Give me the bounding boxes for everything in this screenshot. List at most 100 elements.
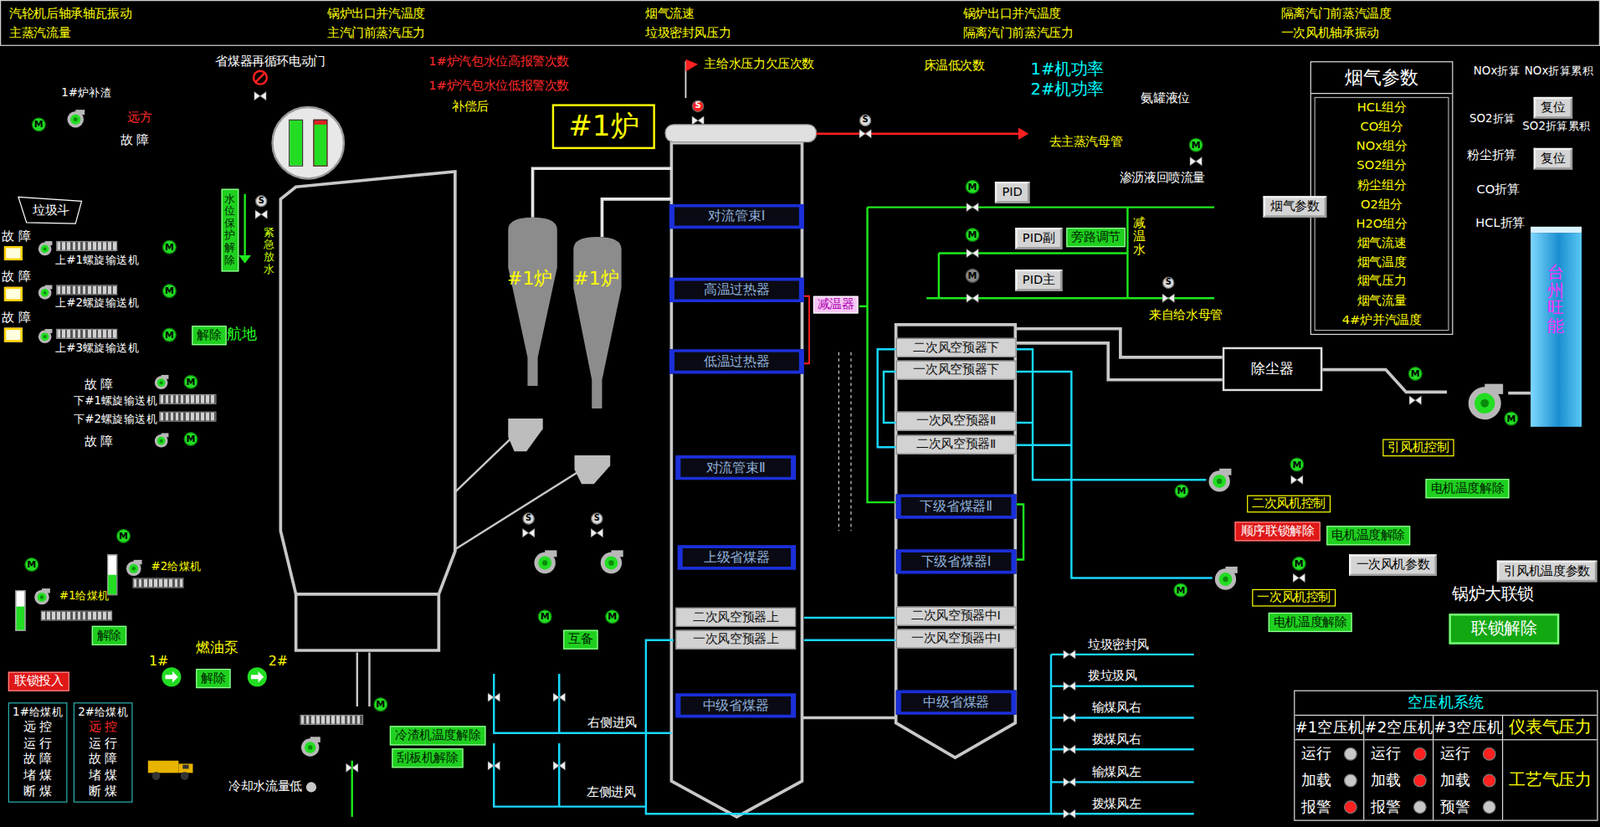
control-button[interactable]: 烟气参数 <box>1263 195 1328 218</box>
control-button[interactable]: 解除 <box>191 325 226 345</box>
valve-icon[interactable] <box>966 246 980 260</box>
motor-icon[interactable]: M <box>162 240 177 255</box>
fan-icon[interactable] <box>1464 380 1506 422</box>
control-button[interactable]: 联锁解除 <box>1449 613 1560 645</box>
reading-label[interactable]: 一次风机轴承振动 <box>1281 25 1600 41</box>
valve-icon[interactable] <box>345 761 359 775</box>
motor-icon[interactable]: M <box>1174 483 1190 498</box>
fuel-pump-icon[interactable] <box>161 666 182 688</box>
control-button[interactable]: 解除 <box>195 668 231 688</box>
reading-label[interactable]: 主汽门前蒸汽压力 <box>327 25 646 41</box>
control-button[interactable]: 一次风机参数 <box>1348 553 1437 576</box>
fan-icon[interactable] <box>153 373 170 390</box>
valve-icon[interactable] <box>1063 711 1077 724</box>
reading-label[interactable]: 锅炉出口并汽温度 <box>327 5 646 21</box>
solenoid-icon[interactable]: S <box>522 512 535 525</box>
motor-icon[interactable]: M <box>1189 138 1204 153</box>
motor-icon[interactable]: M <box>162 283 177 298</box>
motor-icon[interactable]: M <box>965 227 980 242</box>
flue-gas-item[interactable]: 烟气温度 <box>1357 254 1407 270</box>
flue-gas-item[interactable]: SO2组分 <box>1356 158 1406 174</box>
valve-icon[interactable] <box>1063 679 1077 693</box>
reading-label[interactable]: 汽轮机后轴承轴瓦振动 <box>9 5 328 21</box>
valve-icon[interactable] <box>553 691 566 704</box>
fan-icon[interactable] <box>1212 564 1240 592</box>
control-button[interactable]: 旁路调节 <box>1066 227 1126 247</box>
heat-exchanger[interactable]: 上级省煤器 <box>677 544 796 570</box>
fan-icon[interactable] <box>36 283 54 301</box>
heat-exchanger[interactable]: 低温过热器 <box>669 348 805 375</box>
fuel-pump-icon[interactable] <box>246 666 267 688</box>
flue-gas-item[interactable]: CO组分 <box>1360 119 1404 135</box>
motor-icon[interactable]: M <box>24 557 39 572</box>
fan-control-button[interactable]: 引风机控制 <box>1382 439 1454 457</box>
flue-gas-item[interactable]: 4#炉并汽温度 <box>1342 312 1422 329</box>
valve-icon[interactable] <box>1063 743 1077 756</box>
heat-exchanger[interactable]: 对流管束Ⅰ <box>669 204 805 230</box>
motor-icon[interactable]: M <box>965 179 980 195</box>
valve-icon[interactable] <box>590 526 604 539</box>
reading-label[interactable]: 垃圾密封风压力 <box>645 25 964 41</box>
valve-icon[interactable] <box>254 89 267 103</box>
fan-icon[interactable] <box>36 240 54 257</box>
flue-gas-item[interactable]: NOx组分 <box>1356 138 1407 154</box>
fan-icon[interactable] <box>153 431 170 449</box>
control-button[interactable]: 顺序联锁解除 <box>1234 521 1320 541</box>
motor-icon[interactable]: M <box>31 117 47 132</box>
valve-icon[interactable] <box>1292 571 1306 585</box>
reading-label[interactable]: 隔离汽门前蒸汽温度 <box>1281 5 1600 21</box>
fan-control-button[interactable]: 一次风机控制 <box>1251 589 1336 607</box>
motor-icon[interactable]: M <box>1173 583 1188 598</box>
flue-gas-item[interactable]: O2组分 <box>1360 196 1403 212</box>
motor-icon[interactable]: M <box>965 268 980 283</box>
valve-icon[interactable] <box>487 691 501 704</box>
pressure-label[interactable]: 工艺气压力 <box>1502 739 1597 820</box>
recirculation-valve-icon[interactable] <box>251 69 269 87</box>
flue-gas-item[interactable]: 烟气流速 <box>1357 235 1407 251</box>
fan-icon[interactable] <box>36 328 54 345</box>
fan-icon[interactable] <box>298 734 322 758</box>
reading-label[interactable]: 主蒸汽流量 <box>9 25 328 41</box>
fan-icon[interactable] <box>32 586 52 606</box>
control-button[interactable]: 解除 <box>92 625 127 646</box>
motor-icon[interactable]: M <box>116 528 131 544</box>
control-button[interactable]: 引风机温度参数 <box>1497 560 1598 583</box>
motor-icon[interactable]: M <box>1503 411 1518 426</box>
valve-icon[interactable] <box>1189 154 1203 168</box>
heat-exchanger[interactable]: 对流管束Ⅱ <box>675 455 796 481</box>
valve-icon[interactable] <box>255 208 268 221</box>
heat-exchanger[interactable]: 二次风空预器Ⅱ <box>896 435 1017 455</box>
fan-icon[interactable] <box>598 548 626 575</box>
valve-icon[interactable] <box>1162 292 1175 305</box>
heat-exchanger[interactable]: 下级省煤器Ⅰ <box>896 548 1017 575</box>
control-button[interactable]: 互备 <box>563 630 598 650</box>
heat-exchanger[interactable]: 二次风空预器中Ⅰ <box>896 606 1017 626</box>
flue-gas-item[interactable]: 烟气流量 <box>1357 292 1407 308</box>
fan-control-button[interactable]: 二次风机控制 <box>1246 495 1331 513</box>
solenoid-icon[interactable]: S <box>1162 276 1175 290</box>
fan-icon[interactable] <box>124 558 144 577</box>
valve-icon[interactable] <box>859 127 872 140</box>
valve-icon[interactable] <box>553 759 566 773</box>
motor-icon[interactable]: M <box>183 431 198 447</box>
valve-icon[interactable] <box>1063 648 1077 662</box>
fan-icon[interactable] <box>1205 466 1233 493</box>
control-button[interactable]: 复位 <box>1533 148 1573 170</box>
motor-icon[interactable]: M <box>1289 456 1304 472</box>
heat-exchanger[interactable]: 中级省煤器 <box>675 692 796 718</box>
flue-gas-item[interactable]: HCL组分 <box>1357 100 1407 116</box>
control-button[interactable]: 刮板机解除 <box>391 748 463 768</box>
control-button[interactable]: 冷渣机温度解除 <box>389 725 487 745</box>
solenoid-icon[interactable]: S <box>255 194 268 208</box>
reading-label[interactable]: 隔离汽门前蒸汽压力 <box>963 25 1282 41</box>
valve-icon[interactable] <box>522 526 535 539</box>
flue-gas-item[interactable]: 粉尘组分 <box>1357 177 1407 193</box>
valve-icon[interactable] <box>487 759 501 773</box>
valve-icon[interactable] <box>966 292 980 305</box>
motor-icon[interactable]: M <box>538 609 553 624</box>
motor-icon[interactable]: M <box>183 374 198 390</box>
valve-icon[interactable] <box>1291 473 1304 487</box>
fan-icon[interactable] <box>65 107 86 129</box>
valve-icon[interactable] <box>1409 394 1422 407</box>
motor-icon[interactable]: M <box>605 609 620 624</box>
